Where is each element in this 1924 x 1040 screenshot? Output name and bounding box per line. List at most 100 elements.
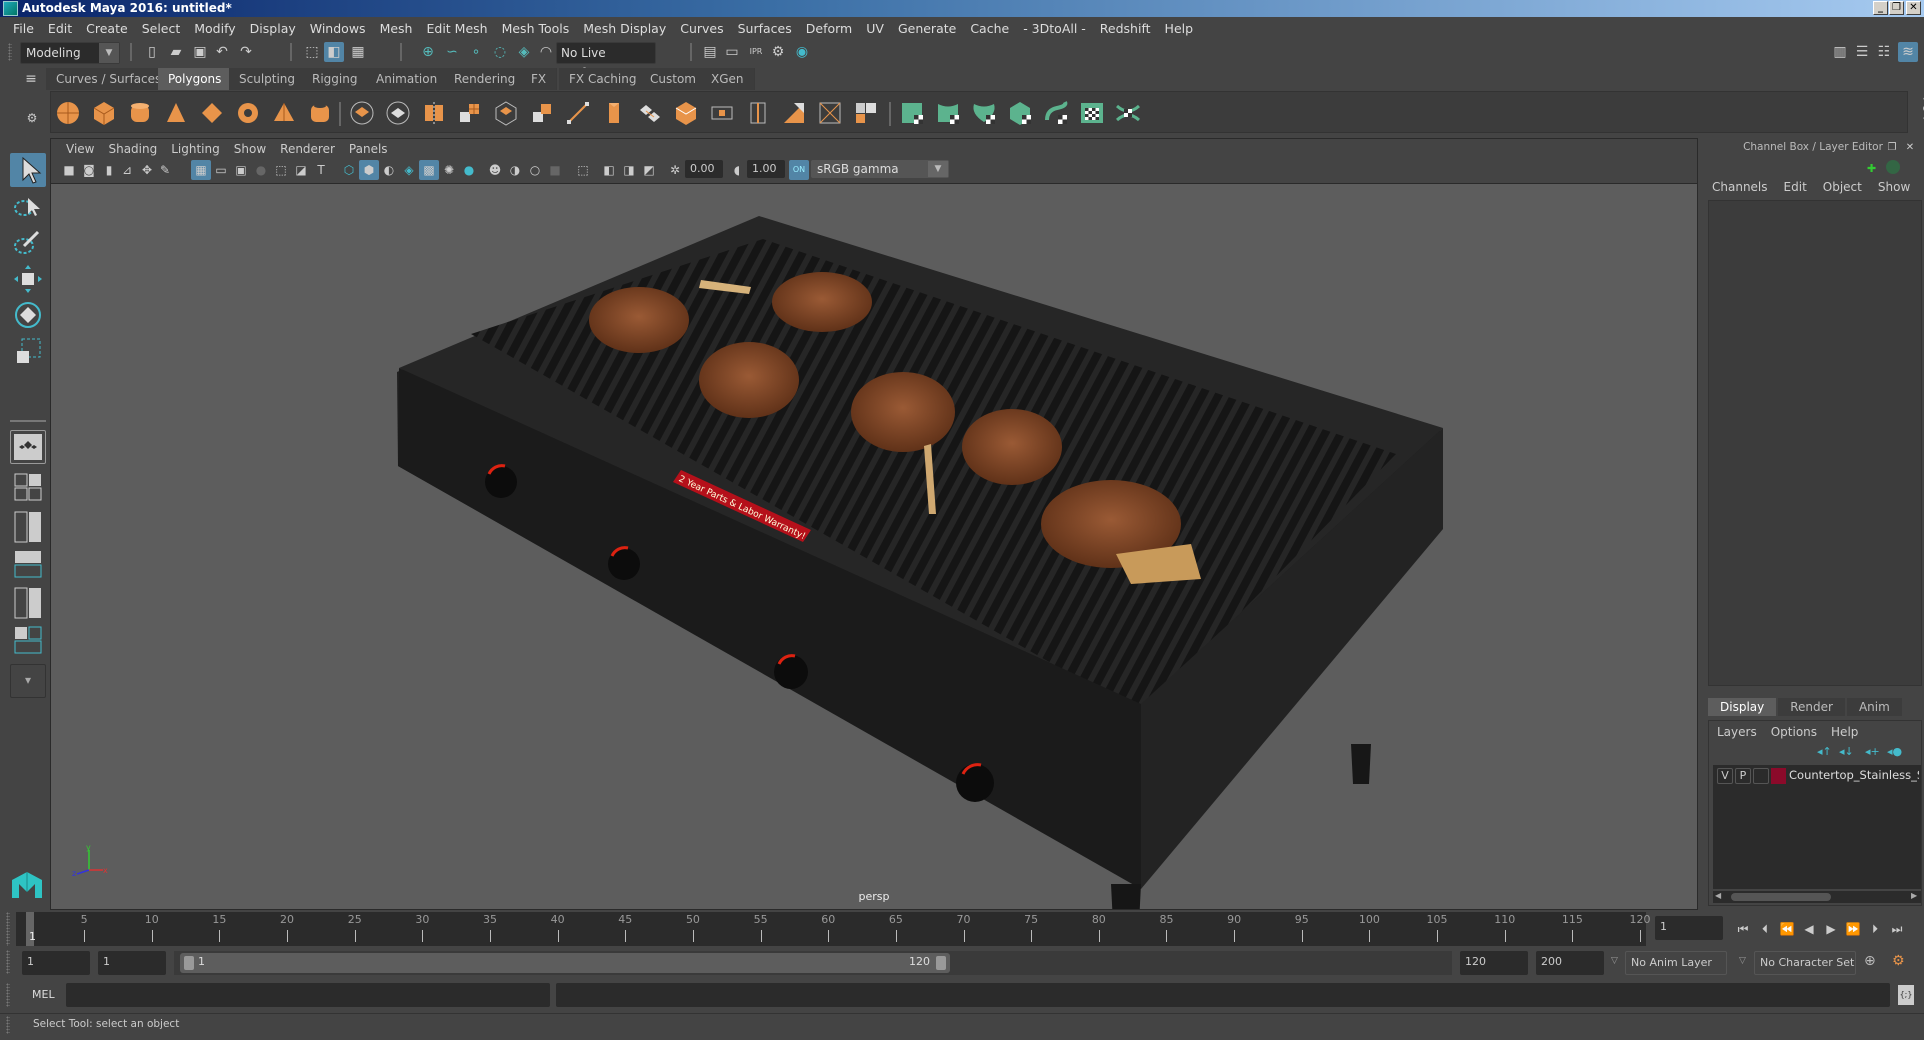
cb-menu-show[interactable]: Show [1878,180,1910,194]
menu-edit-mesh[interactable]: Edit Mesh [419,21,494,36]
layer-name[interactable]: Countertop_Stainless_S [1789,768,1919,782]
cb-menu-edit[interactable]: Edit [1784,180,1807,194]
render-view-icon[interactable]: ▤ [700,42,720,62]
grid-toggle-icon[interactable]: ▦ [191,160,211,180]
shelf-tab-rendering[interactable]: Rendering [444,68,527,90]
exposure-icon[interactable]: ✲ [665,160,685,180]
cylindrical-mapping-icon[interactable] [935,100,961,126]
play-forwards-icon[interactable]: ▶ [1822,920,1840,938]
attribute-editor-icon[interactable]: ☰ [1852,42,1872,62]
snap-to-curve-icon[interactable]: ∽ [442,42,462,62]
vp-menu-lighting[interactable]: Lighting [164,142,227,156]
bevel-icon[interactable] [601,100,627,126]
shelf-scroll-down-icon[interactable]: ▼ [1917,112,1924,132]
image-plane-icon[interactable]: ⊿ [117,160,137,180]
vp-menu-panels[interactable]: Panels [342,142,395,156]
snap-to-grid-icon[interactable]: ⊕ [418,42,438,62]
menu-windows[interactable]: Windows [303,21,373,36]
snap-to-projected-center-icon[interactable]: ◠ [536,42,556,62]
screen-space-ao-icon[interactable]: ☻ [485,160,505,180]
layer-row[interactable]: V P Countertop_Stainless_S [1713,767,1921,785]
render-current-frame-icon[interactable]: ▭ [722,42,742,62]
mirror-icon[interactable] [421,100,447,126]
tool-settings-icon[interactable]: ☷ [1874,42,1894,62]
tab-anim[interactable]: Anim [1846,698,1902,716]
shelf-tab-sculpting[interactable]: Sculpting [229,68,307,90]
menu-mesh[interactable]: Mesh [373,21,420,36]
poly-plane-icon[interactable] [199,100,225,126]
current-frame-field[interactable]: 1 [1655,916,1723,940]
scroll-right-icon[interactable]: ▶ [1911,891,1917,900]
insert-edge-loop-icon[interactable] [745,100,771,126]
poly-cube-icon[interactable] [91,100,117,126]
smooth-icon[interactable] [457,100,483,126]
restore-button[interactable]: ❐ [1889,1,1904,15]
menu-surfaces[interactable]: Surfaces [731,21,799,36]
layer-color-swatch[interactable] [1771,768,1786,784]
toolbox-more-button[interactable]: ▾ [10,664,46,698]
combine-icon[interactable] [349,100,375,126]
unfold-icon[interactable] [1043,100,1069,126]
range-end-handle[interactable] [936,956,946,970]
command-line-grip[interactable] [6,983,10,1007]
poly-sphere-icon[interactable] [55,100,81,126]
make-live-icon[interactable]: ◈ [514,42,534,62]
command-language-toggle[interactable]: MEL [32,988,55,1001]
open-scene-icon[interactable]: ▰ [166,42,186,62]
animation-start-field[interactable]: 1 [22,951,90,975]
select-by-hierarchy-icon[interactable]: ⬚ [302,42,322,62]
select-by-object-icon[interactable]: ◧ [324,42,344,62]
single-perspective-layout-button[interactable] [10,430,46,464]
shelf-tab-rigging[interactable]: Rigging [302,68,369,90]
xray-icon[interactable]: ◈ [399,160,419,180]
time-slider[interactable]: 1 5 10 15 20 25 30 35 40 45 50 55 60 65 70 75 80 85 90 95 1… [16,912,1651,946]
cb-menu-channels[interactable]: Channels [1712,180,1768,194]
command-input[interactable] [66,983,550,1007]
scale-tool[interactable] [10,334,46,368]
wireframe-icon[interactable]: ⬡ [339,160,359,180]
channel-box-layer-editor-icon[interactable]: ≋ [1898,42,1918,62]
range-slider-bar[interactable]: 1 120 [180,953,950,973]
cb-menu-object[interactable]: Object [1823,180,1862,194]
vp-menu-shading[interactable]: Shading [101,142,164,156]
manipulator-icon[interactable]: ✚ [1867,162,1876,175]
xray-active-icon[interactable]: ◨ [619,160,639,180]
modeling-toolkit-icon[interactable]: ▥ [1830,42,1850,62]
persp-outliner-layout-button[interactable] [10,510,46,544]
auto-keyframe-icon[interactable]: ⊕ [1864,953,1876,969]
persp-graph-outliner-layout-button[interactable] [10,624,46,658]
film-gate-icon[interactable]: ▭ [211,160,231,180]
shelf-tab-curves-surfaces[interactable]: Curves / Surfaces [46,68,173,90]
layer-menu-help[interactable]: Help [1831,725,1858,739]
character-set-dropdown-arrow-icon[interactable]: ▽ [1739,956,1746,966]
menu-mesh-tools[interactable]: Mesh Tools [495,21,577,36]
new-scene-icon[interactable]: ▯ [142,42,162,62]
anti-aliasing-icon[interactable]: ○ [525,160,545,180]
menu-help[interactable]: Help [1158,21,1201,36]
automatic-mapping-icon[interactable] [1007,100,1033,126]
save-scene-icon[interactable]: ▣ [190,42,210,62]
move-layer-down-icon[interactable]: ◂↓ [1839,745,1854,758]
layer-menu-options[interactable]: Options [1771,725,1817,739]
shelf-tab-xgen[interactable]: XGen [701,68,755,90]
smooth-shade-icon[interactable]: ⬢ [359,160,379,180]
layer-playback-toggle[interactable]: P [1735,768,1751,784]
go-to-start-icon[interactable]: ⏮ [1734,920,1752,938]
extrude-icon[interactable] [529,100,555,126]
paint-select-tool[interactable] [10,226,46,260]
anim-layer-dropdown[interactable]: No Anim Layer [1625,951,1727,975]
playback-end-field[interactable]: 120 [1460,951,1528,975]
gamma-field[interactable]: 1.00 [747,160,785,178]
poke-icon[interactable] [817,100,843,126]
uv-editor-icon[interactable] [1079,100,1105,126]
menu-generate[interactable]: Generate [891,21,963,36]
create-empty-layer-icon[interactable]: ◂+ [1865,745,1880,758]
menu-cache[interactable]: Cache [963,21,1016,36]
scroll-left-icon[interactable]: ◀ [1715,891,1721,900]
character-set-dropdown[interactable]: No Character Set [1754,951,1856,975]
shelf-settings-gear-icon[interactable]: ⚙ [22,108,42,128]
textured-icon[interactable]: ▩ [419,160,439,180]
status-line-grip[interactable] [8,43,12,61]
shelf-tab-fx-caching[interactable]: FX Caching [559,68,648,90]
step-back-frame-icon[interactable]: ⏴ [1756,920,1774,938]
